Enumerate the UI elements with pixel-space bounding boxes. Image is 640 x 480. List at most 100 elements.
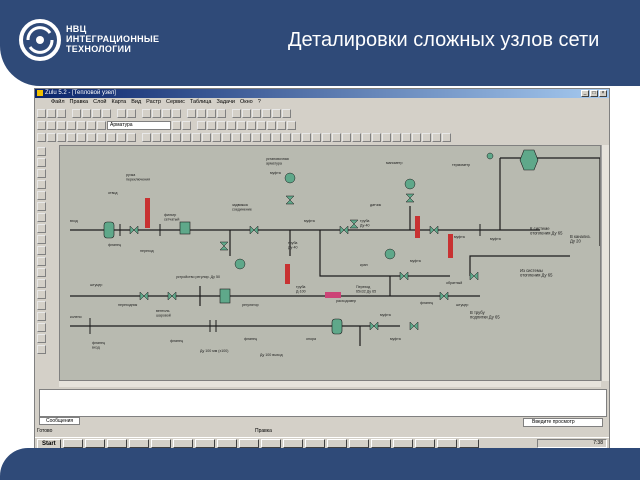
tool-icon[interactable] [352, 133, 361, 142]
tool-icon[interactable] [217, 121, 226, 130]
taskbar-item[interactable] [282, 439, 303, 448]
tool-icon[interactable] [37, 246, 46, 255]
tool-icon[interactable] [257, 121, 266, 130]
tool-icon[interactable] [37, 224, 46, 233]
tool-icon[interactable] [422, 133, 431, 142]
maximize-icon[interactable]: □ [590, 90, 598, 97]
tool-icon[interactable] [272, 133, 281, 142]
tab-messages[interactable]: Сообщения [39, 417, 81, 425]
status-input[interactable]: Введите просмотр [523, 418, 603, 427]
tool-icon[interactable] [37, 345, 46, 354]
tool-icon[interactable] [382, 133, 391, 142]
vertical-scrollbar[interactable] [601, 145, 609, 381]
tool-icon[interactable] [432, 133, 441, 142]
tool-icon[interactable] [97, 133, 106, 142]
tool-icon[interactable] [202, 133, 211, 142]
tool-icon[interactable] [142, 133, 151, 142]
menu-service[interactable]: Сервис [166, 98, 185, 107]
tool-icon[interactable] [37, 213, 46, 222]
tool-icon[interactable] [402, 133, 411, 142]
tool-icon[interactable] [412, 133, 421, 142]
tool-icon[interactable] [262, 133, 271, 142]
select-icon[interactable] [197, 109, 206, 118]
layer-icon[interactable] [187, 109, 196, 118]
zoom-in-icon[interactable] [142, 109, 151, 118]
tool-icon[interactable] [37, 191, 46, 200]
tool-icon[interactable] [77, 133, 86, 142]
tool-icon[interactable] [197, 121, 206, 130]
measure-icon[interactable] [217, 109, 226, 118]
tool-icon[interactable] [372, 133, 381, 142]
tool-icon[interactable] [37, 235, 46, 244]
tool-icon[interactable] [37, 133, 46, 142]
pointer-icon[interactable] [37, 147, 46, 156]
copy-icon[interactable] [92, 109, 101, 118]
taskbar-item[interactable] [238, 439, 259, 448]
tool-icon[interactable] [117, 133, 126, 142]
tool-icon[interactable] [107, 133, 116, 142]
tool-icon[interactable] [237, 121, 246, 130]
object-type-combo[interactable]: Арматура [107, 121, 171, 130]
tool-icon[interactable] [37, 323, 46, 332]
tool-icon[interactable] [57, 121, 66, 130]
menu-table[interactable]: Таблица [190, 98, 212, 107]
taskbar-item[interactable] [326, 439, 347, 448]
taskbar-item[interactable] [370, 439, 391, 448]
map-canvas[interactable]: отвод ручка переключения фланец переход ф… [59, 145, 601, 381]
tool-icon[interactable] [302, 133, 311, 142]
tool-icon[interactable] [322, 133, 331, 142]
tool-icon[interactable] [67, 121, 76, 130]
menu-window[interactable]: Окно [240, 98, 253, 107]
menu-raster[interactable]: Растр [146, 98, 161, 107]
undo-icon[interactable] [117, 109, 126, 118]
tool-icon[interactable] [37, 121, 46, 130]
tool-icon[interactable] [162, 133, 171, 142]
tool-icon[interactable] [37, 334, 46, 343]
tool-icon[interactable] [282, 109, 291, 118]
tool-icon[interactable] [127, 133, 136, 142]
tool-icon[interactable] [267, 121, 276, 130]
tool-icon[interactable] [87, 121, 96, 130]
redo-icon[interactable] [127, 109, 136, 118]
tool-icon[interactable] [47, 133, 56, 142]
tool-icon[interactable] [172, 121, 181, 130]
start-button[interactable]: Start [37, 438, 61, 449]
tool-icon[interactable] [287, 121, 296, 130]
tool-icon[interactable] [37, 158, 46, 167]
tool-icon[interactable] [332, 133, 341, 142]
open-icon[interactable] [47, 109, 56, 118]
tool-icon[interactable] [212, 133, 221, 142]
tool-icon[interactable] [247, 121, 256, 130]
tool-icon[interactable] [37, 312, 46, 321]
taskbar-item[interactable] [348, 439, 369, 448]
zoom-out-icon[interactable] [152, 109, 161, 118]
cut-icon[interactable] [82, 109, 91, 118]
horizontal-scrollbar[interactable] [59, 381, 601, 387]
taskbar-item[interactable] [436, 439, 457, 448]
tool-icon[interactable] [77, 121, 86, 130]
tool-icon[interactable] [47, 121, 56, 130]
menu-map[interactable]: Карта [112, 98, 127, 107]
tool-icon[interactable] [192, 133, 201, 142]
tool-icon[interactable] [152, 133, 161, 142]
tool-icon[interactable] [242, 133, 251, 142]
tool-icon[interactable] [97, 121, 106, 130]
tool-icon[interactable] [362, 133, 371, 142]
tool-icon[interactable] [37, 268, 46, 277]
taskbar-item[interactable] [260, 439, 281, 448]
menu-file[interactable]: Файл [51, 98, 65, 107]
tool-icon[interactable] [37, 257, 46, 266]
menu-layer[interactable]: Слой [93, 98, 106, 107]
tool-icon[interactable] [87, 133, 96, 142]
info-icon[interactable] [207, 109, 216, 118]
taskbar-item[interactable] [216, 439, 237, 448]
tool-icon[interactable] [222, 133, 231, 142]
taskbar-item[interactable] [194, 439, 215, 448]
tool-icon[interactable] [442, 133, 451, 142]
paste-icon[interactable] [102, 109, 111, 118]
pan-icon[interactable] [162, 109, 171, 118]
refresh-icon[interactable] [172, 109, 181, 118]
tool-icon[interactable] [182, 121, 191, 130]
tool-icon[interactable] [272, 109, 281, 118]
new-icon[interactable] [37, 109, 46, 118]
